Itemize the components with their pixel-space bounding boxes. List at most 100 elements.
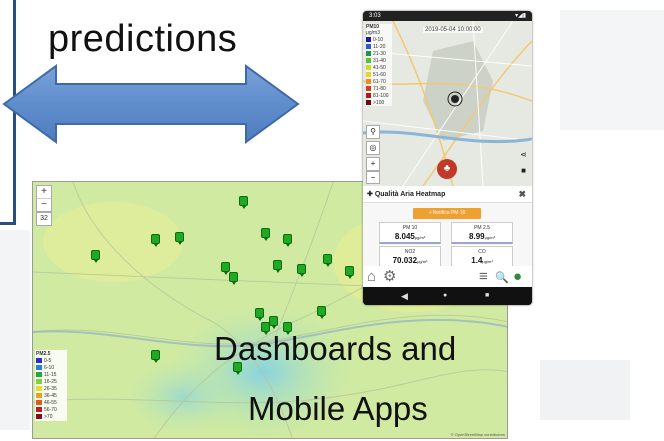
tree-icon[interactable]: ♣: [437, 159, 457, 179]
legend-label: 0-10: [373, 36, 384, 43]
menu-icon[interactable]: ≡: [479, 268, 488, 285]
legend-label: 16-25: [44, 378, 57, 385]
legend-row: 0-10: [366, 36, 392, 43]
legend-label: 21-30: [373, 50, 386, 57]
layers-button[interactable]: 32: [36, 212, 52, 226]
legend-label: 81-100: [373, 92, 389, 99]
legend-swatch: [366, 100, 371, 105]
legend-label: 51-60: [373, 71, 386, 78]
card-label: CO: [478, 249, 486, 255]
station-marker[interactable]: [273, 260, 282, 273]
panel-expand-icon[interactable]: ✚: [367, 191, 375, 198]
card-value: 8.99: [469, 232, 485, 241]
dashboards-caption-line1: Dashboards and: [214, 330, 457, 367]
legend-row: 21-30: [366, 50, 392, 57]
no2-card[interactable]: NO2 70.032μg/m³: [379, 246, 441, 268]
station-marker[interactable]: [345, 266, 354, 279]
location-pin-icon[interactable]: ⚲: [366, 125, 380, 139]
station-marker[interactable]: [229, 272, 238, 285]
legend-label: 41-50: [373, 64, 386, 71]
dashboard-legend: PM2.5 0-5 6-10 11-15 16-25 26-35 36-45 46-55 56…: [35, 350, 67, 421]
panel-header: ✚ Qualità Aria Heatmap ✖: [363, 186, 532, 203]
legend-swatch: [366, 44, 371, 49]
back-icon[interactable]: ◀: [401, 290, 408, 302]
station-marker[interactable]: [151, 234, 160, 247]
station-marker[interactable]: [261, 228, 270, 241]
station-marker[interactable]: [91, 250, 100, 263]
station-marker[interactable]: [317, 306, 326, 319]
home-nav-icon[interactable]: ●: [443, 290, 447, 302]
legend-swatch: [36, 379, 42, 384]
recent-apps-icon[interactable]: ■: [485, 290, 489, 302]
legend-swatch: [36, 386, 42, 391]
card-label: NO2: [404, 249, 416, 255]
legend-row: 16-25: [36, 378, 66, 385]
legend-row: 11-15: [36, 371, 66, 378]
bottom-tab-bar: ⌂ ⚙ ≡ 🔍 ●: [363, 266, 532, 287]
station-marker[interactable]: [323, 254, 332, 267]
search-icon[interactable]: 🔍: [495, 270, 509, 287]
notify-pm10-button[interactable]: + Notifica PM 10: [413, 208, 481, 219]
card-unit: μg/m³: [484, 235, 495, 240]
legend-swatch: [36, 358, 42, 363]
card-value: 1.4: [471, 256, 483, 265]
legend-label: 31-40: [373, 57, 386, 64]
status-icons: ▾◢▮: [515, 13, 526, 19]
card-unit: μg/m³: [414, 235, 426, 240]
legend-row: 0-5: [36, 357, 66, 364]
home-icon[interactable]: ⌂: [367, 268, 376, 285]
bus-icon[interactable]: ■: [518, 165, 529, 176]
card-label: PM 10: [402, 225, 418, 231]
user-icon[interactable]: ●: [513, 268, 522, 285]
legend-swatch: [36, 414, 42, 419]
legend-swatch: [366, 58, 371, 63]
legend-label: 61-70: [373, 78, 386, 85]
station-marker[interactable]: [269, 316, 278, 329]
legend-row: 36-45: [36, 392, 66, 399]
gps-target-icon[interactable]: ◎: [366, 141, 380, 155]
legend-swatch: [36, 407, 42, 412]
legend-swatch: [366, 79, 371, 84]
legend-row: 41-50: [366, 64, 392, 71]
legend-label: 0-5: [44, 357, 52, 364]
station-marker[interactable]: [297, 264, 306, 277]
mobile-zoom-out-button[interactable]: −: [366, 171, 380, 184]
co-card[interactable]: CO 1.4μg/m³: [451, 246, 513, 268]
mobile-zoom-in-button[interactable]: +: [366, 157, 380, 171]
station-marker[interactable]: [151, 350, 160, 363]
station-marker[interactable]: [283, 234, 292, 247]
legend-swatch: [366, 86, 371, 91]
dashboard-zoom-control: + −: [36, 185, 52, 212]
pm25-card[interactable]: PM 2.5 8.99μg/m³: [451, 222, 513, 244]
legend-swatch: [366, 65, 371, 70]
legend-swatch: [36, 365, 42, 370]
share-icon[interactable]: ⋖: [518, 149, 529, 160]
predictions-label: predictions: [48, 18, 238, 60]
station-marker[interactable]: [239, 196, 248, 209]
pm10-card[interactable]: PM 10 8.045μg/m³: [379, 222, 441, 244]
legend-row: 51-60: [366, 71, 392, 78]
double-arrow-icon: [2, 64, 300, 144]
legend-row: 81-100: [366, 92, 392, 99]
legend-label: 46-55: [44, 399, 57, 406]
close-icon[interactable]: ✖: [518, 186, 526, 203]
mobile-map[interactable]: 2019-05-04 10:00:00 PM10 μg/m3 0-10 11-20…: [363, 21, 532, 186]
mobile-app-screenshot: 3:03 ▾◢▮ 2019-05-04 10:00:00 PM10 μg/m3 …: [363, 11, 532, 305]
map-attribution[interactable]: © OpenStreetMap contributors: [451, 432, 505, 437]
settings-icon[interactable]: ⚙: [383, 268, 396, 285]
zoom-in-button[interactable]: +: [37, 186, 51, 199]
card-unit: μg/m³: [482, 259, 493, 264]
legend-label: >100: [373, 99, 385, 106]
station-marker[interactable]: [221, 262, 230, 275]
legend-row: 56-70: [36, 406, 66, 413]
legend-row: >100: [366, 99, 392, 106]
station-marker[interactable]: [255, 308, 264, 321]
legend-label: 71-80: [373, 85, 386, 92]
station-marker[interactable]: [175, 232, 184, 245]
card-value: 8.045: [394, 232, 415, 241]
legend-label: 6-10: [44, 364, 55, 371]
legend-label: 11-20: [373, 43, 386, 50]
air-quality-panel: ✚ Qualità Aria Heatmap ✖ + Notifica PM 1…: [363, 186, 532, 287]
zoom-out-button[interactable]: −: [37, 199, 51, 211]
legend-swatch: [36, 393, 42, 398]
